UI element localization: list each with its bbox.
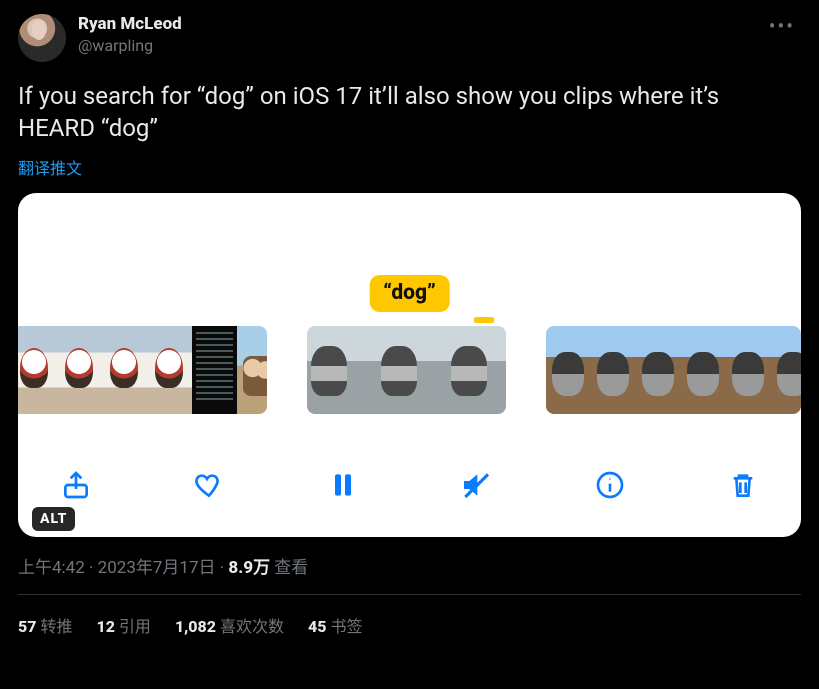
video-scrubber[interactable] — [18, 326, 801, 414]
clip-frame — [57, 326, 102, 414]
pause-icon[interactable] — [323, 465, 363, 505]
tweet-stats: 57转推 12引用 1,082喜欢次数 45书签 — [18, 595, 801, 637]
views-label: 查看 — [270, 558, 308, 578]
clip-frame — [681, 326, 726, 414]
clip-frame — [102, 326, 147, 414]
clip-frame — [192, 326, 237, 414]
tweet-meta: 上午4:42 · 2023年7月17日 · 8.9万 查看 — [18, 553, 801, 578]
clip-frame — [546, 326, 591, 414]
share-icon[interactable] — [56, 465, 96, 505]
avatar[interactable] — [18, 14, 66, 62]
tweet-container: Ryan McLeod @warpling ••• If you search … — [0, 0, 819, 637]
clip-frame — [636, 326, 681, 414]
clip-frame — [377, 326, 447, 414]
display-name: Ryan McLeod — [78, 14, 763, 34]
clip-frame — [18, 326, 57, 414]
likes-stat[interactable]: 1,082喜欢次数 — [175, 613, 284, 637]
media-toolbar — [18, 459, 801, 511]
tweet-date[interactable]: 2023年7月17日 — [98, 558, 216, 578]
retweets-stat[interactable]: 57转推 — [18, 613, 72, 637]
info-icon[interactable] — [590, 465, 630, 505]
caption-tick — [474, 317, 494, 323]
caption-chip: “dog” — [369, 275, 450, 312]
clip-frame — [591, 326, 636, 414]
tweet-header: Ryan McLeod @warpling ••• — [18, 14, 801, 62]
handle: @warpling — [78, 36, 763, 55]
author-names[interactable]: Ryan McLeod @warpling — [78, 14, 763, 55]
alt-badge[interactable]: ALT — [32, 507, 75, 531]
quotes-stat[interactable]: 12引用 — [96, 613, 150, 637]
mute-icon[interactable] — [456, 465, 496, 505]
media-card[interactable]: “dog” — [18, 193, 801, 537]
clip-group[interactable] — [307, 326, 506, 414]
clip-frame — [237, 326, 267, 414]
trash-icon[interactable] — [723, 465, 763, 505]
translate-link[interactable]: 翻译推文 — [18, 155, 82, 179]
clip-frame — [771, 326, 801, 414]
tweet-text: If you search for “dog” on iOS 17 it’ll … — [18, 80, 801, 145]
clip-frame — [726, 326, 771, 414]
clip-frame — [147, 326, 192, 414]
clip-frame — [447, 326, 506, 414]
clip-group[interactable] — [18, 326, 267, 414]
more-icon[interactable]: ••• — [763, 14, 801, 38]
tweet-time[interactable]: 上午4:42 — [18, 558, 85, 578]
views-value: 8.9万 — [228, 558, 270, 578]
clip-frame — [307, 326, 377, 414]
heart-icon[interactable] — [189, 465, 229, 505]
clip-group[interactable] — [546, 326, 801, 414]
bookmarks-stat[interactable]: 45书签 — [308, 613, 362, 637]
